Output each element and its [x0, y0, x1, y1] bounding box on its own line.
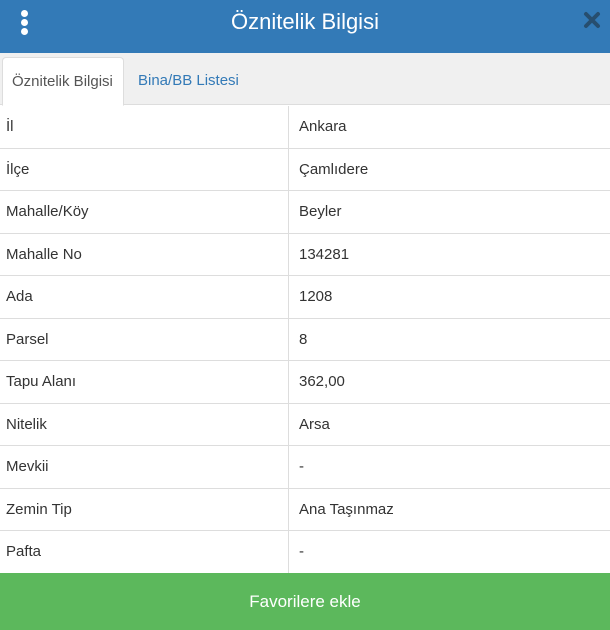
attribute-label: İl — [6, 118, 14, 135]
tab-building-list[interactable]: Bina/BB Listesi — [126, 57, 251, 106]
table-row: Tapu Alanı 362,00 — [0, 361, 610, 404]
attribute-value: Ana Taşınmaz — [299, 500, 394, 518]
attribute-label: Mahalle/Köy — [6, 203, 89, 220]
attribute-label: Parsel — [6, 330, 49, 348]
attribute-value: - — [299, 458, 304, 475]
column-divider — [288, 531, 289, 573]
table-row: Parsel 8 — [0, 318, 610, 361]
table-row: Mevkii - — [0, 446, 610, 489]
panel-header: Öznitelik Bilgisi — [0, 0, 610, 53]
attribute-value: 1208 — [299, 288, 333, 305]
panel-title: Öznitelik Bilgisi — [231, 9, 379, 34]
attribute-value: Beyler — [299, 203, 342, 220]
table-row: Pafta - — [0, 531, 610, 574]
attribute-label: Nitelik — [6, 415, 47, 433]
attribute-label: Pafta — [6, 543, 42, 560]
close-icon-svg — [584, 12, 600, 28]
tab-bar: Öznitelik Bilgisi Bina/BB Listesi — [0, 53, 610, 106]
attribute-label: Ada — [6, 288, 33, 305]
column-divider — [288, 488, 289, 530]
attribute-value: 8 — [299, 330, 308, 348]
column-divider — [288, 446, 289, 488]
attribute-info-panel: Öznitelik Bilgisi Öznitelik Bilgisi Bina… — [0, 0, 610, 630]
attribute-value: Çamlıdere — [299, 160, 369, 178]
table-row: Zemin Tip Ana Taşınmaz — [0, 488, 610, 531]
attribute-value: Ankara — [299, 118, 347, 135]
table-row: Nitelik Arsa — [0, 403, 610, 446]
attribute-value: - — [299, 543, 304, 560]
column-divider — [288, 361, 289, 403]
column-divider — [288, 148, 289, 190]
column-divider — [288, 403, 289, 445]
column-divider — [288, 106, 289, 148]
attribute-value: 362,00 — [299, 373, 345, 390]
column-divider — [288, 318, 289, 360]
attribute-value: 134281 — [299, 245, 350, 263]
attribute-label: Mevkii — [6, 458, 49, 475]
table-row: İlçe Çamlıdere — [0, 148, 610, 191]
table-row: Ada 1208 — [0, 276, 610, 319]
attribute-label: Zemin Tip — [6, 500, 72, 518]
attribute-table: İl Ankara İlçe Çamlıdere Mahalle/Köy Bey… — [0, 106, 610, 574]
table-row: İl Ankara — [0, 106, 610, 149]
table-row: Mahalle No 134281 — [0, 233, 610, 276]
attribute-label: Tapu Alanı — [6, 373, 77, 390]
column-divider — [288, 276, 289, 318]
attribute-value: Arsa — [299, 415, 330, 433]
table-row: Mahalle/Köy Beyler — [0, 191, 610, 234]
tab-attribute-info[interactable]: Öznitelik Bilgisi — [2, 57, 124, 106]
attribute-label: İlçe — [6, 160, 30, 178]
attribute-label: Mahalle No — [6, 245, 82, 263]
column-divider — [288, 191, 289, 233]
add-to-favorites-button[interactable]: Favorilere ekle — [0, 573, 610, 630]
close-icon[interactable] — [583, 11, 601, 29]
column-divider — [288, 233, 289, 275]
